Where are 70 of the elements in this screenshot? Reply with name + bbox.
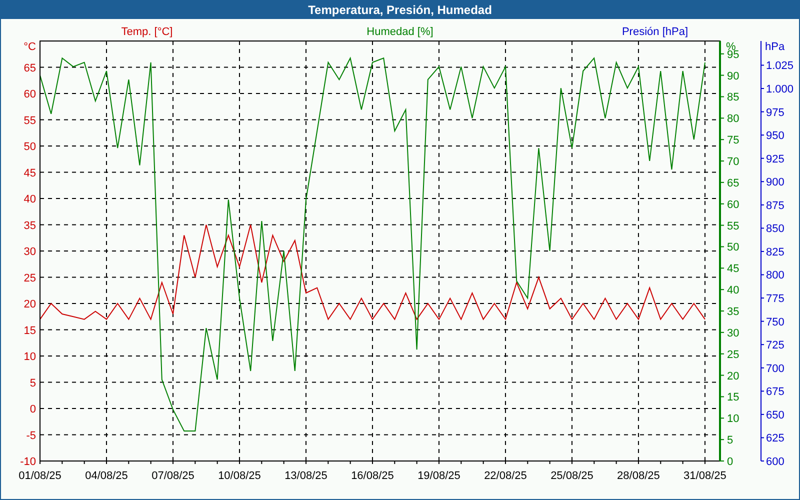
axis-tick-label: 50 — [24, 141, 36, 153]
axis-tick-label: 0 — [30, 404, 36, 416]
axis-tick-label: 50 — [727, 242, 740, 254]
axis-tick-label: 875 — [766, 200, 784, 212]
axis-tick-label: 55 — [24, 114, 36, 127]
axis-tick-label: 25 — [727, 348, 740, 361]
axis-tick-label: 650 — [766, 409, 784, 422]
legend-label: Presión [hPa] — [622, 26, 688, 38]
axis-tick-label: 925 — [766, 153, 784, 166]
axis-unit-label: °C — [24, 41, 36, 53]
axis-tick-label: 60 — [24, 88, 36, 100]
axis-tick-label: 55 — [727, 220, 740, 232]
axis-tick-label: 16/08/25 — [351, 470, 394, 482]
axis-tick-label: 04/08/25 — [85, 470, 128, 482]
axis-tick-label: 31/08/25 — [684, 470, 726, 482]
axis-tick-label: -10 — [20, 456, 36, 468]
axis-tick-label: 40 — [24, 194, 36, 206]
axis-tick-label: 600 — [766, 456, 784, 468]
axis-tick-label: 28/08/25 — [617, 470, 660, 482]
axis-tick-label: 35 — [727, 306, 740, 318]
axis-tick-label: 60 — [727, 198, 740, 211]
axis-tick-label: 675 — [766, 386, 784, 398]
axis-tick-label: 750 — [766, 316, 784, 328]
axis-tick-label: 45 — [727, 263, 740, 276]
axis-tick-label: 10/08/25 — [218, 470, 261, 482]
axis-unit-label: hPa — [765, 41, 785, 53]
axis-tick-label: 1.025 — [766, 60, 794, 72]
axis-tick-label: 19/08/25 — [418, 470, 460, 482]
legend-label: Temp. [°C] — [121, 26, 173, 38]
axis-tick-label: 80 — [727, 113, 740, 126]
axis-tick-label: 45 — [24, 167, 36, 180]
axis-tick-label: 10 — [727, 413, 740, 426]
axis-tick-label: 70 — [727, 156, 740, 168]
axis-tick-label: 5 — [30, 377, 36, 390]
axis-tick-label: 0 — [727, 456, 734, 468]
axis-tick-label: 950 — [766, 130, 784, 142]
axis-tick-label: 13/08/25 — [284, 470, 328, 482]
axis-tick-label: 5 — [727, 434, 734, 447]
axis-tick-label: 775 — [766, 293, 784, 306]
axis-tick-label: 10 — [24, 351, 36, 363]
axis-tick-label: 07/08/25 — [152, 470, 194, 482]
axis-tick-label: 725 — [766, 340, 784, 352]
axis-tick-label: 25 — [24, 272, 36, 284]
axis-tick-label: 90 — [727, 70, 740, 82]
legend-label: Humedad [%] — [366, 26, 434, 38]
axis-tick-label: 850 — [766, 223, 784, 236]
axis-tick-label: 30 — [727, 327, 740, 340]
axis-tick-label: -5 — [26, 430, 36, 442]
axis-tick-label: 35 — [24, 220, 36, 232]
axis-tick-label: 625 — [766, 432, 784, 445]
axis-tick-label: 40 — [727, 284, 740, 297]
axis-tick-label: 975 — [766, 106, 784, 119]
axis-tick-label: 22/08/25 — [484, 470, 527, 482]
axis-tick-label: 20 — [727, 370, 740, 382]
axis-tick-label: 900 — [766, 176, 784, 189]
axis-tick-label: 825 — [766, 246, 784, 258]
axis-tick-label: 30 — [24, 246, 36, 258]
axis-tick-label: 1.000 — [766, 84, 794, 96]
axis-tick-label: 800 — [766, 270, 784, 282]
axis-tick-label: 20 — [24, 298, 36, 310]
axis-tick-label: 700 — [766, 362, 784, 375]
axis-tick-label: 01/08/25 — [18, 470, 62, 482]
axis-tick-label: 15 — [727, 392, 740, 404]
axis-tick-label: 15 — [24, 324, 36, 337]
axis-tick-label: 25/08/25 — [550, 470, 594, 482]
axis-tick-label: 75 — [727, 134, 740, 147]
axis-tick-label: 85 — [727, 92, 740, 104]
axis-tick-label: 65 — [727, 177, 740, 190]
window-title: Temperatura, Presión, Humedad — [0, 0, 800, 19]
axis-tick-label: 65 — [24, 62, 36, 74]
